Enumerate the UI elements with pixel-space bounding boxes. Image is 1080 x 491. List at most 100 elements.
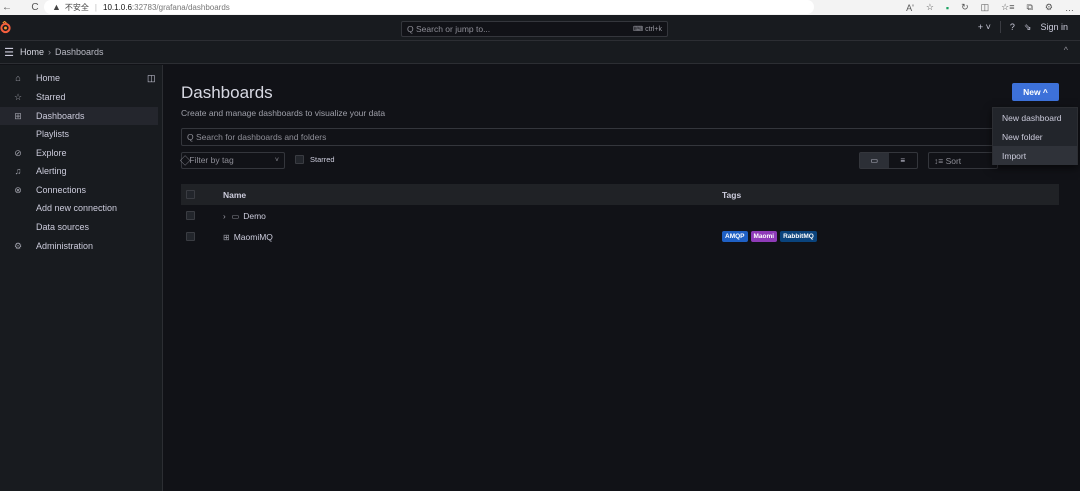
sidebar-item-home[interactable]: ⌂ Home bbox=[0, 69, 158, 87]
dashboard-search-input[interactable]: Q Search for dashboards and folders bbox=[181, 128, 1011, 146]
star-icon: ☆ bbox=[13, 91, 23, 102]
insecure-label[interactable]: 不安全 bbox=[65, 2, 89, 13]
sort-placeholder: ↕≡ Sort bbox=[934, 155, 962, 166]
row-name-cell: ⊞ MaomiMQ bbox=[223, 232, 273, 242]
compass-icon: ⊘ bbox=[14, 147, 22, 158]
favorite-star-icon[interactable]: ☆ bbox=[926, 2, 934, 13]
home-icon: ⌂ bbox=[15, 73, 21, 83]
grafana-logo-icon[interactable] bbox=[0, 21, 11, 34]
list-view-icon[interactable]: ≡ bbox=[889, 153, 918, 168]
folder-view-icon[interactable]: ▭ bbox=[860, 153, 889, 168]
chevron-down-icon: ˅ bbox=[274, 157, 279, 164]
link-icon: ⊗ bbox=[14, 184, 22, 195]
page-subtitle: Create and manage dashboards to visualiz… bbox=[181, 108, 386, 118]
sidebar-item-administration[interactable]: ⚙ Administration bbox=[0, 237, 158, 255]
back-icon[interactable]: ← bbox=[0, 2, 14, 13]
sidebar-item-data-sources[interactable]: Data sources bbox=[0, 218, 158, 236]
topbar-actions: + ˅ ? ⇘ Sign in bbox=[978, 21, 1068, 33]
table-row[interactable]: › ▭ Demo bbox=[181, 205, 1059, 226]
browser-toolbar: ← C ▲ 不安全 | 10.1.0.6 :32783/grafana/dash… bbox=[0, 0, 1080, 15]
sidebar-item-dashboards[interactable]: ⊞ Dashboards bbox=[0, 107, 158, 125]
favorites-icon[interactable]: ☆≡ bbox=[1001, 2, 1014, 13]
url-host: 10.1.0.6 bbox=[103, 2, 132, 12]
collections-icon[interactable]: ⧉ bbox=[1026, 2, 1032, 13]
collapse-icon[interactable]: ^ bbox=[1064, 45, 1068, 55]
gear-icon: ⚙ bbox=[13, 240, 23, 251]
row-name-cell: › ▭ Demo bbox=[223, 211, 266, 221]
address-bar[interactable]: ▲ 不安全 | 10.1.0.6 :32783/grafana/dashboar… bbox=[44, 0, 814, 14]
new-button[interactable]: New ^ bbox=[1012, 83, 1059, 101]
filter-placeholder: ⃟ Filter by tag bbox=[187, 155, 234, 165]
tag-badge[interactable]: RabbitMQ bbox=[780, 231, 817, 242]
global-search-input[interactable]: Q Search or jump to... ⌨ ctrl+k bbox=[401, 21, 668, 37]
chevron-right-icon[interactable]: › bbox=[223, 212, 226, 221]
sidebar-item-alerting[interactable]: ♫ Alerting bbox=[0, 162, 158, 180]
tag-badge[interactable]: Maomi bbox=[750, 231, 778, 242]
sidebar-item-label: Explore bbox=[36, 148, 67, 158]
row-checkbox[interactable] bbox=[186, 211, 195, 220]
column-header-tags: Tags bbox=[722, 189, 742, 200]
bell-icon: ♫ bbox=[14, 166, 22, 176]
menu-icon[interactable]: ☰ bbox=[0, 46, 18, 59]
profile-icon[interactable]: ⚙ bbox=[1045, 2, 1053, 13]
sidebar-item-label: Connections bbox=[36, 185, 87, 195]
sort-select[interactable]: ↕≡ Sort bbox=[928, 152, 998, 169]
grid-icon: ⊞ bbox=[14, 110, 22, 121]
row-tags-cell: AMQP Maomi RabbitMQ bbox=[722, 231, 817, 242]
breadcrumb-home[interactable]: Home bbox=[20, 47, 44, 57]
tag-badge[interactable]: AMQP bbox=[722, 231, 748, 242]
table-header: Name Tags bbox=[181, 184, 1059, 205]
warning-icon[interactable]: ▲ bbox=[52, 2, 61, 12]
select-all-checkbox[interactable] bbox=[186, 190, 195, 199]
extension-icon[interactable]: ▪ bbox=[946, 3, 949, 13]
dashboard-grid-icon: ⊞ bbox=[223, 232, 230, 242]
row-checkbox[interactable] bbox=[186, 232, 195, 241]
starred-filter[interactable]: Starred bbox=[295, 155, 335, 164]
sidebar-item-connections[interactable]: ⊗ Connections bbox=[0, 181, 158, 199]
page-title: Dashboards bbox=[181, 83, 273, 102]
breadcrumb: ☰ Home › Dashboards ^ bbox=[0, 41, 1080, 64]
column-header-name[interactable]: Name bbox=[223, 190, 246, 200]
read-aloud-icon[interactable]: Aʹ bbox=[906, 3, 914, 13]
search-placeholder: Q Search for dashboards and folders bbox=[187, 132, 327, 142]
sidebar-item-starred[interactable]: ☆ Starred bbox=[0, 88, 158, 106]
url-separator: | bbox=[94, 2, 97, 12]
sidebar-item-add-new-connection[interactable]: Add new connection bbox=[0, 199, 158, 217]
help-icon[interactable]: ? bbox=[1010, 22, 1015, 32]
menu-item-new-dashboard[interactable]: New dashboard bbox=[993, 108, 1077, 127]
dashboard-name-link[interactable]: MaomiMQ bbox=[234, 232, 273, 242]
signin-icon[interactable]: ⇘ bbox=[1024, 22, 1032, 33]
more-icon[interactable]: … bbox=[1065, 3, 1074, 13]
view-toggle: ▭ ≡ bbox=[859, 152, 918, 169]
reload-icon[interactable]: C bbox=[28, 2, 42, 13]
menu-item-import[interactable]: Import bbox=[993, 146, 1077, 165]
search-placeholder: Search or jump to... bbox=[415, 24, 491, 34]
breadcrumb-current: Dashboards bbox=[55, 47, 104, 57]
sidebar-item-explore[interactable]: ⊘ Explore bbox=[0, 144, 158, 162]
sidebar: ◫ ⌂ Home ☆ Starred ⊞ Dashboards Playlist… bbox=[0, 65, 163, 491]
menu-item-new-folder[interactable]: New folder bbox=[993, 127, 1077, 146]
new-dropdown-menu: New dashboard New folder Import bbox=[992, 107, 1078, 165]
refresh-extension-icon[interactable]: ↻ bbox=[961, 2, 969, 13]
search-shortcut: ⌨ ctrl+k bbox=[633, 26, 662, 33]
main-content: Dashboards Create and manage dashboards … bbox=[164, 65, 1080, 491]
starred-checkbox[interactable] bbox=[295, 155, 304, 164]
signin-link[interactable]: Sign in bbox=[1040, 22, 1068, 32]
folder-name-link[interactable]: Demo bbox=[243, 211, 266, 221]
sidebar-item-label: Add new connection bbox=[36, 203, 118, 213]
browser-extension-icons: Aʹ ☆ ▪ ↻ ◫ ☆≡ ⧉ ⚙ … bbox=[906, 0, 1074, 15]
sidebar-item-label: Starred bbox=[36, 92, 66, 102]
sidebar-item-label: Playlists bbox=[36, 129, 70, 139]
sidebar-item-label: Administration bbox=[36, 241, 94, 251]
tag-filter-select[interactable]: ⃟ Filter by tag ˅ bbox=[181, 152, 285, 169]
folder-icon: ▭ bbox=[231, 211, 240, 221]
sidebar-item-label: Alerting bbox=[36, 166, 67, 176]
sidebar-item-label: Data sources bbox=[36, 222, 90, 232]
starred-label: Starred bbox=[310, 155, 335, 164]
sidebar-item-playlists[interactable]: Playlists bbox=[0, 125, 158, 143]
split-screen-icon[interactable]: ◫ bbox=[981, 2, 990, 13]
url-path: :32783/grafana/dashboards bbox=[131, 2, 230, 12]
table-row[interactable]: ⊞ MaomiMQ AMQP Maomi RabbitMQ bbox=[181, 226, 1059, 247]
search-icon: Q bbox=[407, 24, 416, 34]
add-icon[interactable]: + ˅ bbox=[978, 22, 991, 32]
